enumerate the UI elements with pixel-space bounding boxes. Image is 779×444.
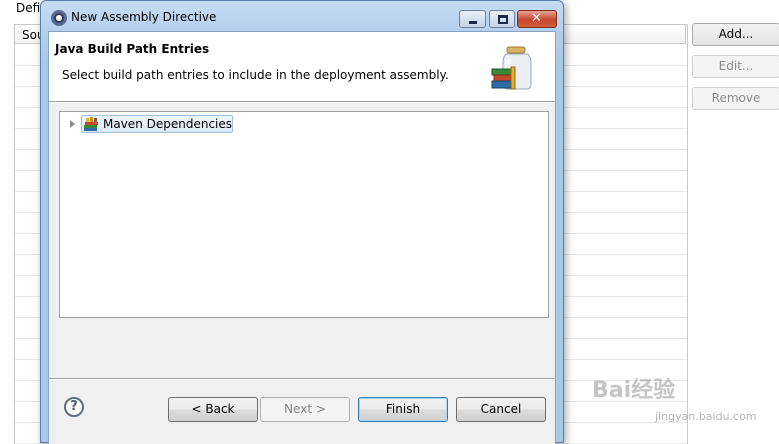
new-assembly-directive-dialog: New Assembly Directive ✕ Java Build Path…	[40, 0, 564, 444]
finish-button[interactable]: Finish	[358, 397, 448, 422]
remove-button[interactable]: Remove	[692, 87, 779, 110]
tree-item-maven-dependencies[interactable]: Maven Dependencies	[81, 115, 233, 133]
help-icon[interactable]: ?	[64, 397, 84, 417]
cancel-button[interactable]: Cancel	[456, 397, 546, 422]
button-bar-separator	[49, 378, 555, 380]
minimize-icon	[469, 21, 477, 24]
edit-button[interactable]: Edit...	[692, 55, 779, 78]
tree-item-label: Maven Dependencies	[103, 117, 233, 131]
library-icon	[84, 117, 98, 131]
close-icon: ✕	[531, 11, 542, 26]
add-button[interactable]: Add...	[692, 23, 779, 46]
wizard-banner: Java Build Path Entries Select build pat…	[49, 32, 555, 102]
watermark-logo: Bai经验	[592, 378, 676, 403]
dialog-client-area: Java Build Path Entries Select build pat…	[48, 31, 556, 444]
minimize-button[interactable]	[459, 10, 486, 28]
back-button[interactable]: < Back	[168, 397, 258, 422]
dialog-title: New Assembly Directive	[71, 10, 217, 24]
watermark-url: jingyan.baidu.com	[655, 410, 757, 423]
banner-description: Select build path entries to include in …	[62, 68, 449, 82]
background-section-label: Defi	[16, 1, 41, 15]
maximize-icon	[498, 15, 508, 24]
maximize-button[interactable]	[489, 10, 515, 28]
expand-arrow-icon[interactable]	[70, 120, 75, 128]
eclipse-icon	[51, 10, 67, 26]
close-button[interactable]: ✕	[517, 10, 557, 28]
banner-separator	[49, 102, 555, 103]
banner-title: Java Build Path Entries	[55, 42, 210, 56]
build-path-entries-tree[interactable]: Maven Dependencies	[59, 111, 549, 318]
next-button[interactable]: Next >	[260, 397, 350, 422]
jar-library-icon	[491, 46, 532, 90]
